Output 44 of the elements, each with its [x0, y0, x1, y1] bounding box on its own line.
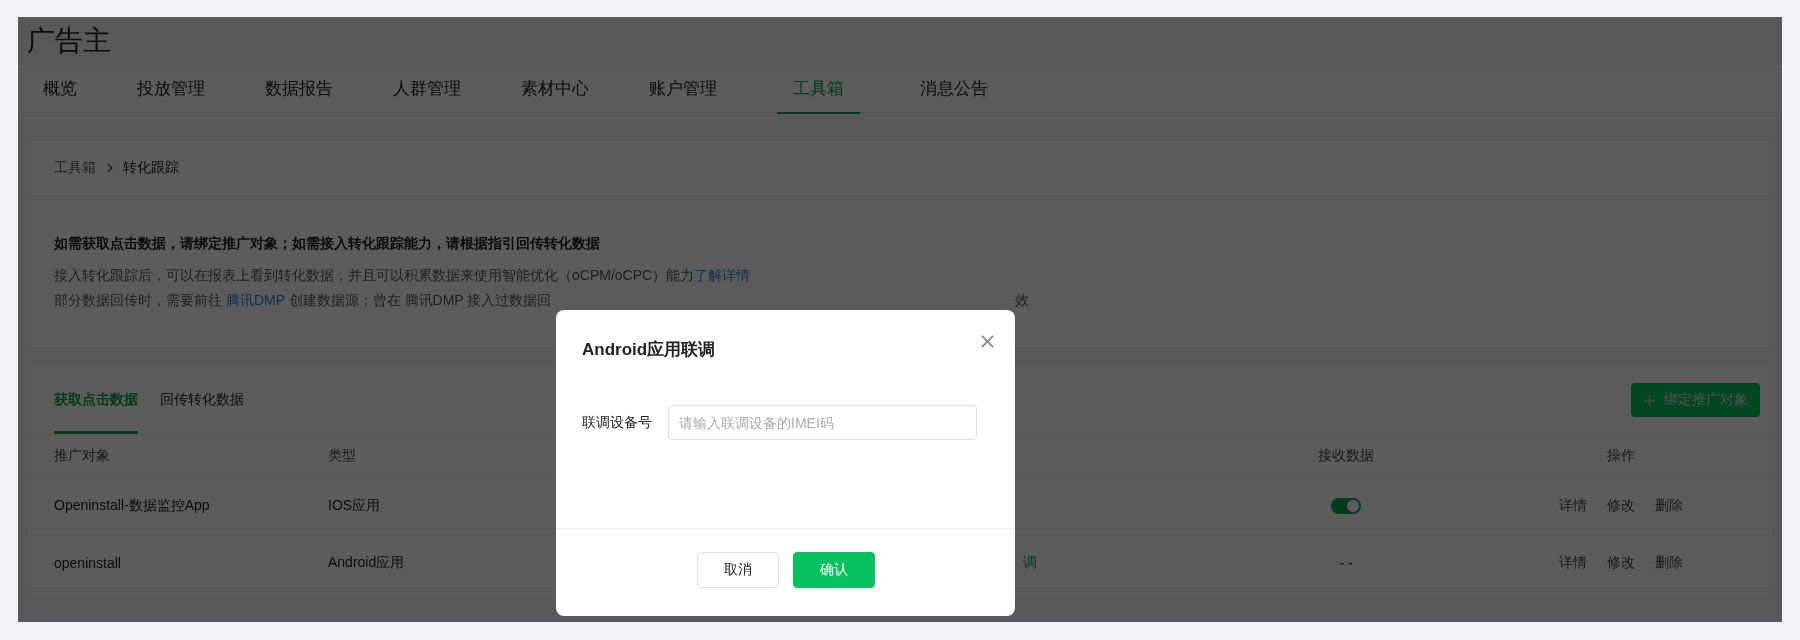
table-cell: openinstall — [54, 555, 121, 571]
action-link[interactable]: 修改 — [1607, 497, 1635, 515]
table-link[interactable]: 调 — [1023, 554, 1037, 570]
notice-heading: 如需获取点击数据，请绑定推广对象；如需接入转化跟踪能力，请根据指引回传转化数据 — [54, 234, 601, 253]
table-cell: IOS应用 — [328, 497, 381, 513]
nav-tab[interactable]: 人群管理 — [393, 65, 461, 114]
nav-tab[interactable]: 工具箱 — [777, 65, 860, 114]
tab[interactable]: 回传转化数据 — [160, 366, 244, 434]
table-cell: Android应用 — [328, 554, 405, 570]
nav-tab[interactable]: 概览 — [43, 65, 77, 114]
dmp-link[interactable]: 腾讯DMP — [225, 292, 285, 308]
nav-tab[interactable]: 消息公告 — [920, 65, 988, 114]
nav-tab[interactable]: 投放管理 — [137, 65, 205, 114]
nav-tab[interactable]: 账户管理 — [649, 65, 717, 114]
receive-toggle[interactable] — [1331, 498, 1361, 514]
bind-button[interactable]: 绑定推广对象 — [1631, 383, 1760, 417]
breadcrumb-item: 转化跟踪 — [123, 159, 179, 177]
imei-input-field[interactable]: 请输入联调设备的IMEI码 — [668, 405, 977, 440]
column-header: 类型 — [328, 447, 356, 463]
nav-tab[interactable]: 数据报告 — [265, 65, 333, 114]
action-link[interactable]: 删除 — [1655, 497, 1683, 515]
action-link[interactable]: 详情 — [1559, 554, 1587, 572]
field-label: 联调设备号 — [582, 413, 652, 432]
action-link[interactable]: 删除 — [1655, 554, 1683, 572]
column-header: 推广对象 — [54, 447, 110, 463]
tab[interactable]: 获取点击数据 — [54, 366, 138, 434]
breadcrumb-item[interactable]: 工具箱 — [54, 159, 96, 177]
learn-more-link[interactable]: 了解详情 — [694, 267, 751, 283]
cancel-button[interactable]: 取消 — [696, 552, 779, 588]
column-header: 操作 — [1607, 447, 1635, 465]
close-icon — [981, 335, 994, 348]
dialog-title: Android应用联调 — [582, 339, 716, 361]
action-link[interactable]: 修改 — [1607, 554, 1635, 572]
confirm-button[interactable]: 确认 — [792, 552, 875, 588]
column-header: 接收数据 — [1318, 447, 1374, 465]
notice-text: 效 — [1015, 291, 1029, 310]
table-cell: - - — [1339, 555, 1353, 571]
nav-tab[interactable]: 素材中心 — [521, 65, 589, 114]
page-title: 广告主 — [26, 24, 112, 58]
chevron-right-icon — [106, 163, 113, 173]
table-cell: Openinstall-数据监控App — [54, 497, 210, 513]
plus-icon — [1643, 393, 1656, 407]
action-link[interactable]: 详情 — [1559, 497, 1587, 515]
close-button[interactable] — [978, 332, 997, 351]
